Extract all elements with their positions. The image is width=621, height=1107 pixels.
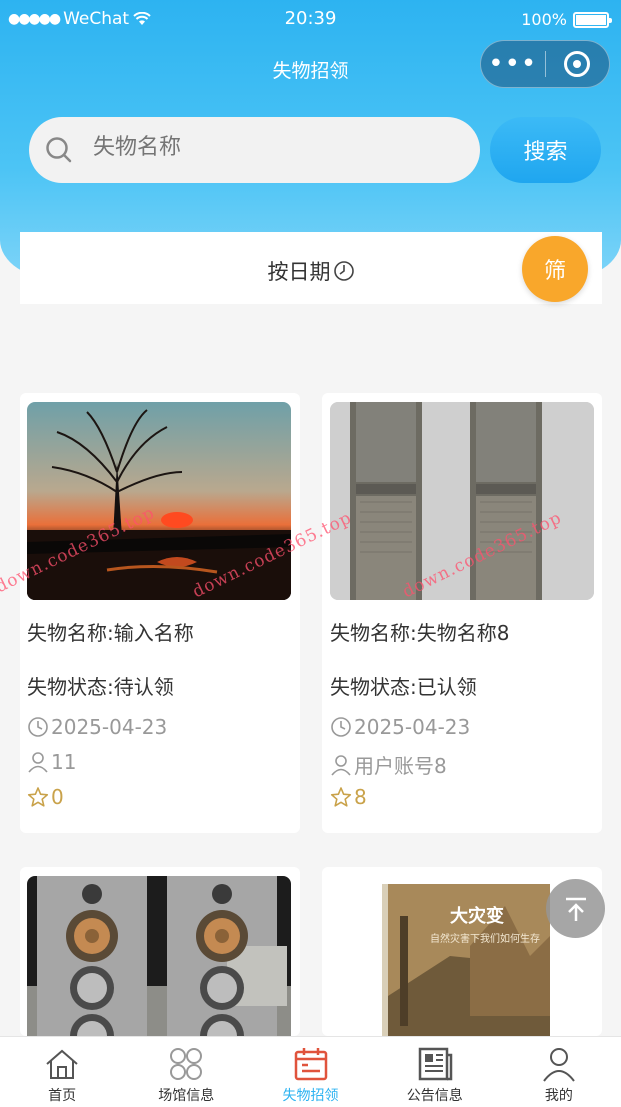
item-user-value: 11 [51, 750, 77, 774]
item-date: 2025-04-23 [330, 715, 470, 739]
filter-button[interactable]: 筛 [522, 236, 588, 302]
newspaper-icon [418, 1047, 452, 1081]
book-subtitle: 自然灾害下我们如何生存 [430, 934, 540, 945]
item-date-value: 2025-04-23 [354, 715, 471, 739]
item-likes: 0 [27, 785, 64, 809]
item-name: 失物名称:输入名称 [27, 621, 194, 645]
tab-label: 失物招领 [282, 1088, 339, 1104]
book-title: 大灾变 [450, 906, 504, 927]
item-likes-value: 8 [354, 785, 367, 809]
tab-venue-info[interactable]: 场馆信息 [124, 1037, 248, 1107]
status-right: 100% [521, 10, 612, 29]
item-status: 失物状态:已认领 [330, 675, 477, 699]
back-to-top-button[interactable] [546, 879, 605, 938]
clock-icon [333, 261, 354, 281]
more-menu-icon[interactable]: ••• [481, 51, 545, 77]
calendar-icon [294, 1048, 327, 1081]
search-button[interactable]: 搜索 [490, 117, 601, 183]
user-icon [331, 754, 351, 776]
search-input[interactable] [93, 135, 453, 160]
sort-by-date-label: 按日期 [267, 260, 331, 284]
lost-item-card[interactable]: 失物名称:失物名称8 失物状态:已认领 2025-04-23 用户账号8 8 [322, 393, 602, 833]
item-user-value: 用户账号8 [354, 754, 447, 778]
tab-label: 首页 [48, 1088, 77, 1104]
item-date-value: 2025-04-23 [51, 715, 168, 739]
close-miniprogram-button[interactable] [546, 51, 610, 77]
lost-item-card[interactable] [20, 867, 300, 1036]
item-likes: 8 [330, 785, 367, 809]
tab-bar: 首页 场馆信息 失物招领 公告信息 我的 [0, 1036, 621, 1107]
arrow-up-icon [565, 897, 586, 921]
miniprogram-capsule: ••• [480, 40, 610, 88]
tab-lost-and-found[interactable]: 失物招领 [248, 1037, 372, 1107]
item-name: 失物名称:失物名称8 [330, 621, 510, 645]
status-bar: ●●●●● WeChat 20:39 100% [0, 0, 621, 40]
star-icon [27, 787, 49, 807]
home-icon [46, 1049, 78, 1079]
sort-by-date-button[interactable]: 按日期 [20, 256, 602, 286]
item-image [27, 876, 291, 1036]
item-date: 2025-04-23 [27, 715, 167, 739]
lost-item-card[interactable]: 失物名称:输入名称 失物状态:待认领 2025-04-23 11 0 [20, 393, 300, 833]
user-icon [543, 1048, 575, 1082]
search-bar [29, 117, 480, 183]
item-user: 11 [27, 750, 76, 774]
tab-label: 我的 [544, 1088, 573, 1104]
clock-icon [28, 717, 48, 737]
battery-icon [573, 11, 612, 28]
star-icon [330, 787, 352, 807]
sort-bar: 按日期 [20, 232, 602, 304]
item-status: 失物状态:待认领 [27, 675, 174, 699]
tab-home[interactable]: 首页 [0, 1037, 124, 1107]
tab-label: 场馆信息 [158, 1088, 215, 1104]
user-icon [28, 752, 48, 773]
battery-percent: 100% [521, 10, 567, 29]
tab-mine[interactable]: 我的 [497, 1037, 621, 1107]
tab-label: 公告信息 [406, 1088, 463, 1104]
item-likes-value: 0 [51, 785, 64, 809]
close-circle-icon [564, 51, 591, 77]
item-user: 用户账号8 [330, 750, 447, 779]
clock-icon [331, 717, 351, 737]
tab-announcements[interactable]: 公告信息 [373, 1037, 497, 1107]
search-icon [45, 136, 73, 164]
grid-icon [170, 1048, 203, 1080]
